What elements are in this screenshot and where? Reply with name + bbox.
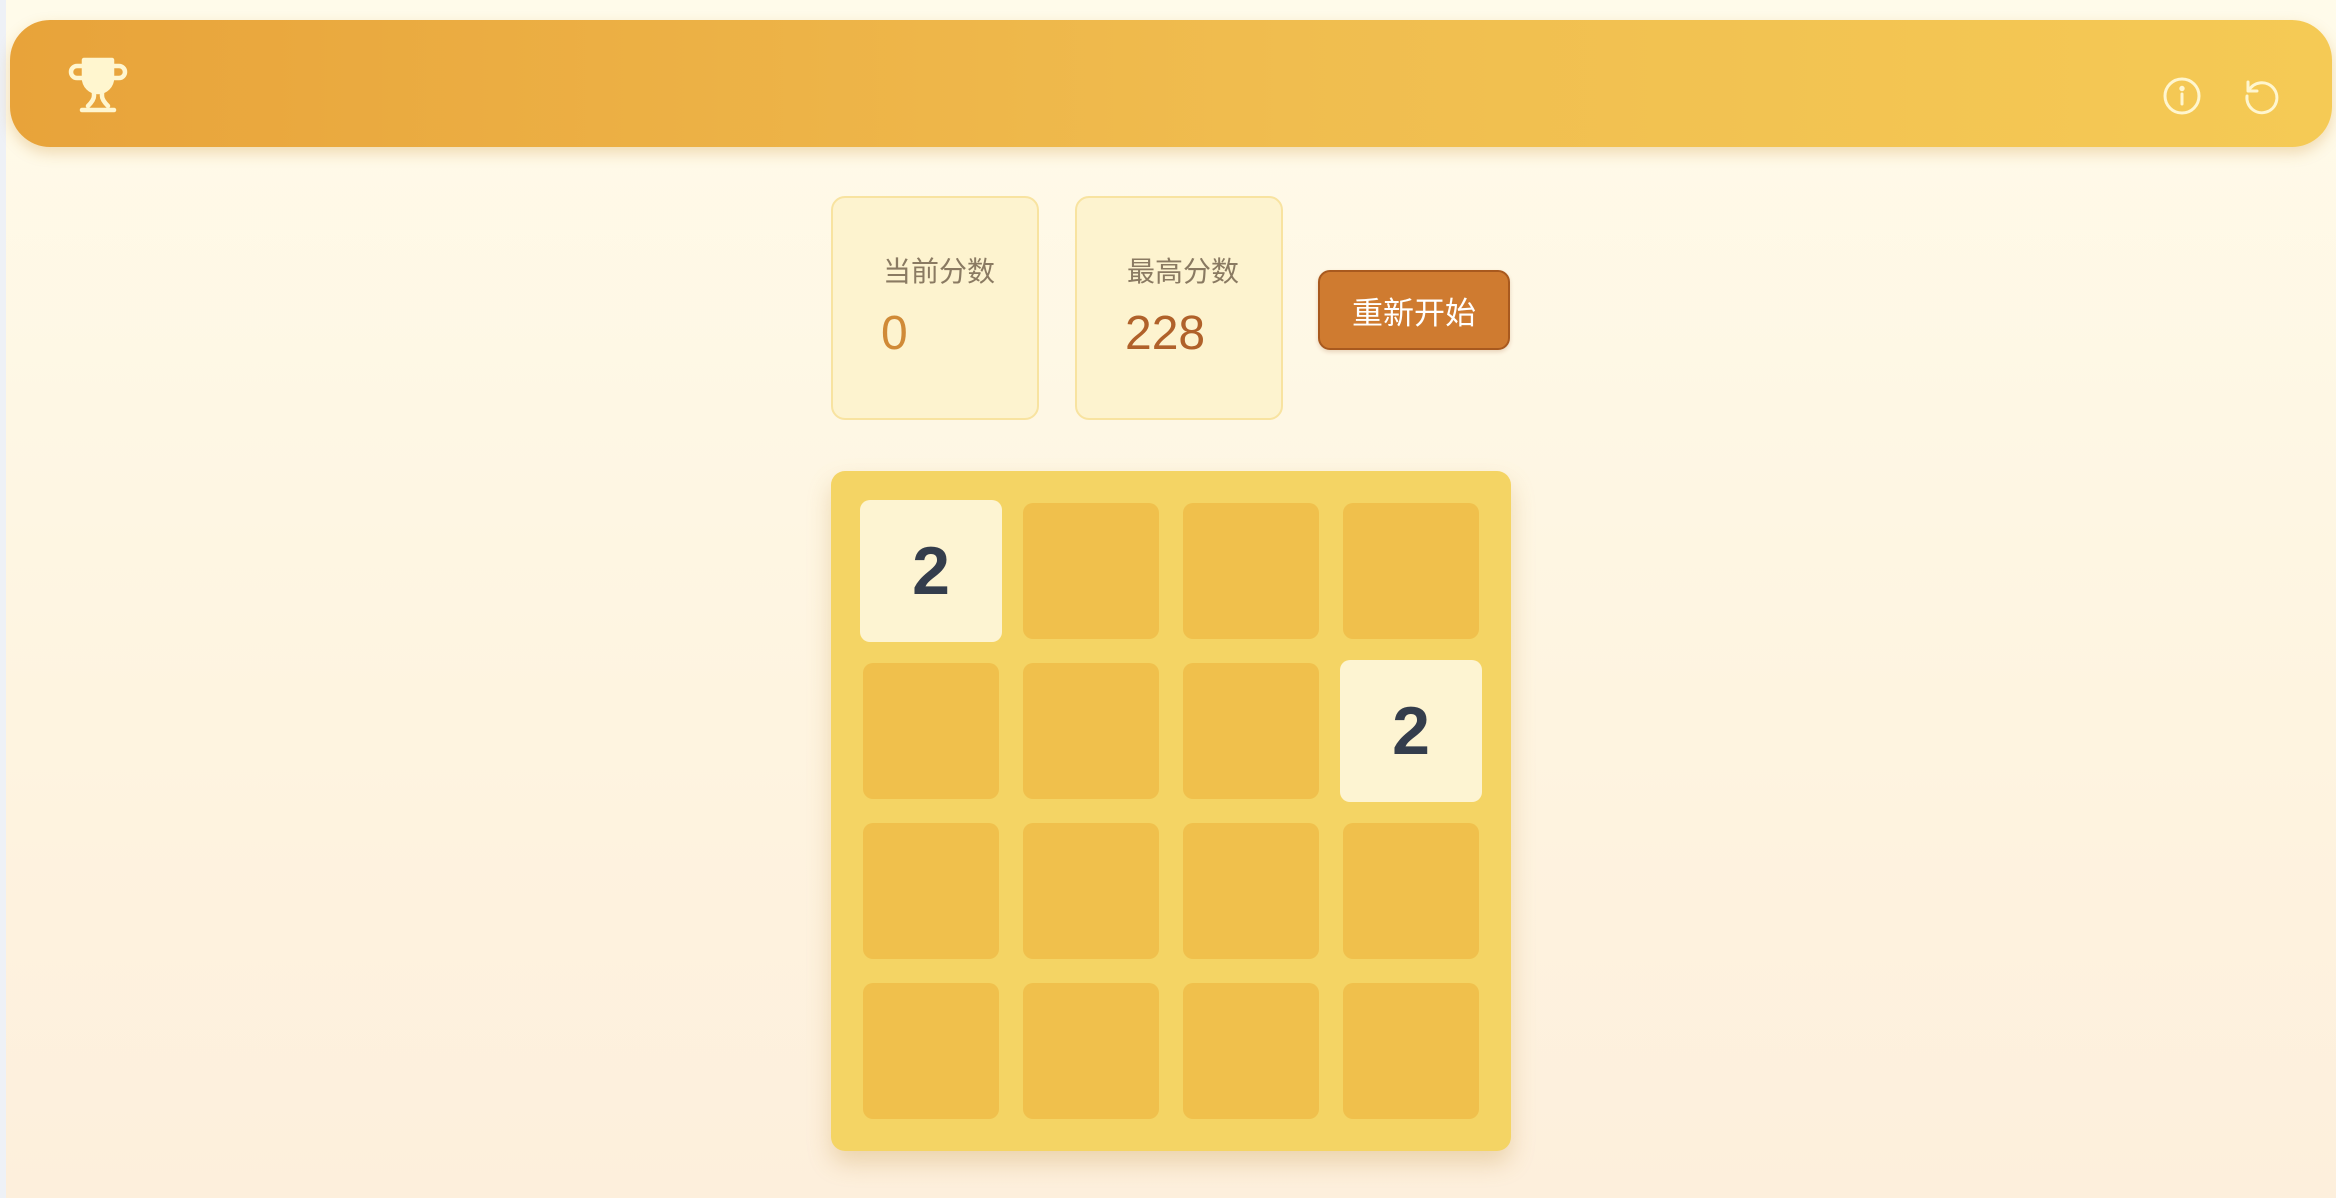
page-left-edge xyxy=(0,0,6,1198)
best-score-card: 最高分数 228 xyxy=(1075,196,1283,420)
board-cell xyxy=(1023,663,1159,799)
board-cell xyxy=(1183,983,1319,1119)
board-cell xyxy=(1343,823,1479,959)
board-cell xyxy=(1343,503,1479,639)
board-cell xyxy=(863,983,999,1119)
board-cell xyxy=(1023,983,1159,1119)
best-score-value: 228 xyxy=(1125,307,1206,360)
current-score-card: 当前分数 0 xyxy=(831,196,1039,420)
board-cell xyxy=(863,823,999,959)
top-bar xyxy=(10,20,2332,147)
current-score-value: 0 xyxy=(881,307,908,360)
board-cell xyxy=(1183,663,1319,799)
current-score-label: 当前分数 xyxy=(883,255,996,288)
board-cell xyxy=(1183,823,1319,959)
trophy-icon xyxy=(66,52,130,116)
board-cell xyxy=(1023,823,1159,959)
info-icon[interactable] xyxy=(2162,76,2202,116)
board-cell xyxy=(1023,503,1159,639)
game-board: 22 xyxy=(831,471,1511,1151)
board-cell xyxy=(1183,503,1319,639)
board-cell xyxy=(1343,983,1479,1119)
tile-2: 2 xyxy=(1340,660,1482,802)
best-score-label: 最高分数 xyxy=(1127,255,1240,288)
restart-button[interactable]: 重新开始 xyxy=(1318,270,1510,350)
board-cell xyxy=(863,663,999,799)
tile-2: 2 xyxy=(860,500,1002,642)
reset-icon[interactable] xyxy=(2242,76,2282,116)
